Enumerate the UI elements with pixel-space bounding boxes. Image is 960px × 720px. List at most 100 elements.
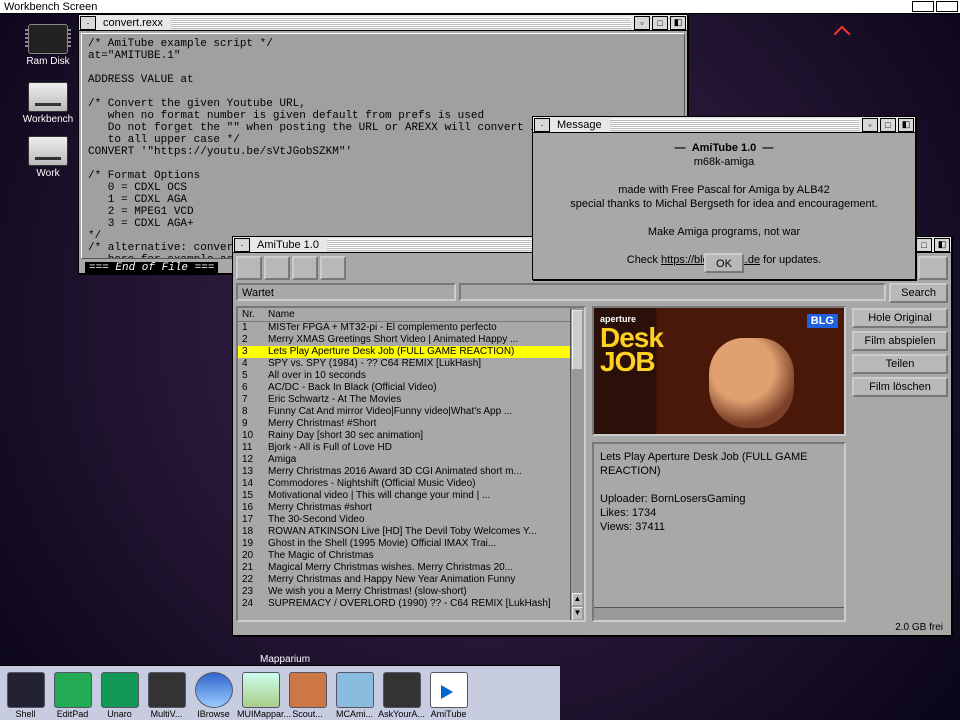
window-message: · Message ▫ □ ◧ — AmiTube 1.0 — m68k-ami… bbox=[532, 116, 916, 280]
drag-bar[interactable] bbox=[171, 17, 631, 29]
video-row[interactable]: 21Magical Merry Christmas wishes. Merry … bbox=[238, 562, 584, 574]
screen-depth-gadgets[interactable] bbox=[912, 1, 958, 12]
row-nr: 22 bbox=[238, 574, 264, 586]
zoom-gadget[interactable]: □ bbox=[916, 238, 932, 252]
row-title: Lets Play Aperture Desk Job (FULL GAME R… bbox=[264, 346, 584, 358]
row-nr: 19 bbox=[238, 538, 264, 550]
map-icon bbox=[242, 672, 280, 708]
ibrowse-icon bbox=[195, 672, 233, 708]
dock-askyouramiga[interactable]: AskYourA... bbox=[378, 672, 425, 719]
row-title: Merry XMAS Greetings Short Video | Anima… bbox=[264, 334, 584, 346]
dock-multiview[interactable]: MultiV... bbox=[143, 672, 190, 719]
close-gadget[interactable]: · bbox=[80, 16, 96, 30]
message-titlebar[interactable]: · Message ▫ □ ◧ bbox=[533, 117, 915, 133]
video-row[interactable]: 3Lets Play Aperture Desk Job (FULL GAME … bbox=[238, 346, 584, 358]
toolbar-button-4[interactable] bbox=[320, 256, 346, 280]
iconify-gadget[interactable]: ▫ bbox=[634, 16, 650, 30]
video-row[interactable]: 11Bjork - All is Full of Love HD bbox=[238, 442, 584, 454]
video-row[interactable]: 16Merry Christmas #short bbox=[238, 502, 584, 514]
video-row[interactable]: 8Funny Cat And mirror Video|Funny video|… bbox=[238, 406, 584, 418]
info-hscrollbar[interactable] bbox=[594, 607, 844, 620]
play-film-button[interactable]: Film abspielen bbox=[852, 331, 948, 351]
drive-icon bbox=[28, 136, 68, 166]
scrollbar-thumb[interactable] bbox=[572, 310, 583, 370]
video-list[interactable]: Nr. Name 1MISTer FPGA + MT32-pi - El com… bbox=[236, 306, 586, 622]
share-button[interactable]: Teilen bbox=[852, 354, 948, 374]
list-scrollbar[interactable]: ▲ ▼ bbox=[570, 308, 584, 620]
row-title: Magical Merry Christmas wishes. Merry Ch… bbox=[264, 562, 584, 574]
depth-gadget[interactable]: ◧ bbox=[670, 16, 686, 30]
iconify-gadget[interactable]: ▫ bbox=[862, 118, 878, 132]
zoom-gadget[interactable]: □ bbox=[880, 118, 896, 132]
row-nr: 5 bbox=[238, 370, 264, 382]
video-row[interactable]: 5All over in 10 seconds bbox=[238, 370, 584, 382]
row-nr: 20 bbox=[238, 550, 264, 562]
scroll-down-icon[interactable]: ▼ bbox=[572, 607, 583, 620]
toolbar-search-icon[interactable] bbox=[918, 256, 948, 280]
close-gadget[interactable]: · bbox=[234, 238, 250, 252]
ok-button[interactable]: OK bbox=[704, 253, 744, 273]
depth-gadget[interactable]: ◧ bbox=[934, 238, 950, 252]
video-row[interactable]: 12Amiga bbox=[238, 454, 584, 466]
video-row[interactable]: 7Eric Schwartz - At The Movies bbox=[238, 394, 584, 406]
dock-editpad[interactable]: EditPad bbox=[49, 672, 96, 719]
toolbar-button-1[interactable] bbox=[236, 256, 262, 280]
row-title: Eric Schwartz - At The Movies bbox=[264, 394, 584, 406]
col-name[interactable]: Name bbox=[264, 308, 584, 322]
video-row[interactable]: 17The 30-Second Video bbox=[238, 514, 584, 526]
dock-amitube[interactable]: AmiTube bbox=[425, 672, 472, 719]
zoom-gadget[interactable]: □ bbox=[652, 16, 668, 30]
depth-gadget[interactable]: ◧ bbox=[898, 118, 914, 132]
screen-gadget-1[interactable] bbox=[912, 1, 934, 12]
video-row[interactable]: 1MISTer FPGA + MT32-pi - El complemento … bbox=[238, 322, 584, 335]
row-nr: 4 bbox=[238, 358, 264, 370]
video-row[interactable]: 15Motivational video | This will change … bbox=[238, 490, 584, 502]
toolbar-button-2[interactable] bbox=[264, 256, 290, 280]
dock-mapparium[interactable]: MUIMappar... bbox=[237, 672, 284, 719]
desktop-icon-ramdisk[interactable]: Ram Disk bbox=[18, 24, 78, 67]
dock-mcamiga[interactable]: MCAmi... bbox=[331, 672, 378, 719]
editor-title: convert.rexx bbox=[97, 17, 169, 29]
dock-shell[interactable]: Shell bbox=[2, 672, 49, 719]
video-row[interactable]: 24SUPREMACY / OVERLORD (1990) ?? - C64 R… bbox=[238, 598, 584, 610]
video-row[interactable]: 23We wish you a Merry Christmas! (slow-s… bbox=[238, 586, 584, 598]
close-gadget[interactable]: · bbox=[534, 118, 550, 132]
editor-titlebar[interactable]: · convert.rexx ▫ □ ◧ bbox=[79, 15, 687, 31]
toolbar-button-3[interactable] bbox=[292, 256, 318, 280]
message-title: Message bbox=[551, 119, 608, 131]
row-nr: 10 bbox=[238, 430, 264, 442]
scroll-up-icon[interactable]: ▲ bbox=[572, 593, 583, 606]
dock-unaro[interactable]: Unaro bbox=[96, 672, 143, 719]
video-row[interactable]: 14Commodores - Nightshift (Official Musi… bbox=[238, 478, 584, 490]
video-row[interactable]: 18ROWAN ATKINSON Live [HD] The Devil Tob… bbox=[238, 526, 584, 538]
video-row[interactable]: 19Ghost in the Shell (1995 Movie) Offici… bbox=[238, 538, 584, 550]
drag-bar[interactable] bbox=[610, 119, 859, 131]
screen-title: Workbench Screen bbox=[4, 1, 97, 13]
dock-scout[interactable]: Scout... bbox=[284, 672, 331, 719]
video-row[interactable]: 2Merry XMAS Greetings Short Video | Anim… bbox=[238, 334, 584, 346]
row-title: Motivational video | This will change yo… bbox=[264, 490, 584, 502]
row-title: Bjork - All is Full of Love HD bbox=[264, 442, 584, 454]
delete-film-button[interactable]: Film löschen bbox=[852, 377, 948, 397]
video-row[interactable]: 6AC/DC - Back In Black (Official Video) bbox=[238, 382, 584, 394]
video-row[interactable]: 9Merry Christmas! #Short bbox=[238, 418, 584, 430]
row-title: AC/DC - Back In Black (Official Video) bbox=[264, 382, 584, 394]
row-nr: 6 bbox=[238, 382, 264, 394]
screen-gadget-2[interactable] bbox=[936, 1, 958, 12]
video-row[interactable]: 4SPY vs. SPY (1984) - ?? C64 REMIX [LukH… bbox=[238, 358, 584, 370]
video-row[interactable]: 13Merry Christmas 2016 Award 3D CGI Anim… bbox=[238, 466, 584, 478]
dock-ibrowse[interactable]: IBrowse bbox=[190, 672, 237, 719]
get-original-button[interactable]: Hole Original bbox=[852, 308, 948, 328]
url-field[interactable] bbox=[459, 283, 886, 301]
desktop-icon-workbench[interactable]: Workbench bbox=[18, 82, 78, 125]
desktop-icon-work[interactable]: Work bbox=[18, 136, 78, 179]
info-views: Views: 37411 bbox=[600, 520, 838, 534]
row-title: The Magic of Christmas bbox=[264, 550, 584, 562]
video-row[interactable]: 10Rainy Day [short 30 sec animation] bbox=[238, 430, 584, 442]
dock-hover-label: Mapparium bbox=[260, 654, 310, 665]
col-nr[interactable]: Nr. bbox=[238, 308, 264, 322]
about-heading: — AmiTube 1.0 — bbox=[541, 141, 907, 155]
video-row[interactable]: 22Merry Christmas and Happy New Year Ani… bbox=[238, 574, 584, 586]
search-button[interactable]: Search bbox=[889, 283, 948, 303]
video-row[interactable]: 20The Magic of Christmas bbox=[238, 550, 584, 562]
